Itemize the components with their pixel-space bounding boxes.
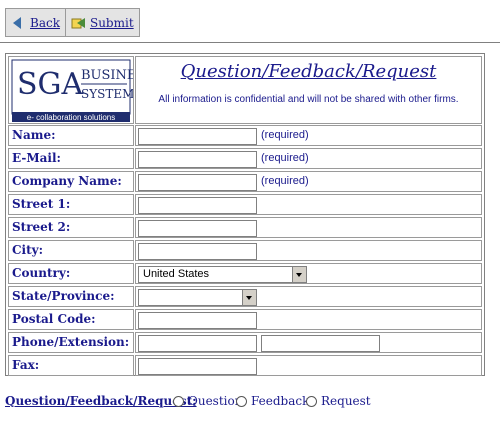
radio-feedback[interactable]: Feedback — [236, 394, 309, 408]
name-cell: (required) — [135, 125, 482, 146]
company-label: Company Name: — [12, 174, 122, 188]
name-label: Name: — [12, 128, 56, 142]
city-label-cell: City: — [8, 240, 134, 261]
fax-input[interactable] — [138, 358, 257, 375]
form-header: Question/Feedback/Request All informatio… — [135, 56, 482, 124]
company-label-cell: Company Name: — [8, 171, 134, 192]
name-input[interactable] — [138, 128, 257, 145]
country-selected-value: United States — [143, 268, 210, 280]
svg-text:BUSINESS: BUSINESS — [81, 68, 133, 83]
radio-circle-icon[interactable] — [236, 395, 247, 407]
email-label-cell: E-Mail: — [8, 148, 134, 169]
fax-label-cell: Fax: — [8, 355, 134, 376]
country-label-cell: Country: — [8, 263, 134, 284]
form-title: Question/Feedback/Request — [180, 61, 437, 82]
request-type-group: Question/Feedback/Request: Question Feed… — [5, 394, 495, 410]
street1-input[interactable] — [138, 197, 257, 214]
street2-label: Street 2: — [12, 220, 71, 234]
company-input[interactable] — [138, 174, 257, 191]
state-label: State/Province: — [12, 289, 115, 303]
fax-label: Fax: — [12, 358, 40, 372]
extension-input[interactable] — [261, 335, 380, 352]
back-button[interactable]: Back — [6, 9, 66, 36]
back-arrow-icon — [13, 16, 21, 29]
name-required-note: (required) — [261, 129, 309, 141]
radio-circle-icon[interactable] — [306, 395, 317, 407]
country-cell: United States — [135, 263, 482, 284]
company-logo: SGA BUSINESS SYSTEMS e- collaboration so… — [8, 56, 154, 124]
phone-label: Phone/Extension: — [12, 335, 130, 349]
street1-label: Street 1: — [12, 197, 71, 211]
radio-feedback-label: Feedback — [251, 394, 310, 408]
radio-request[interactable]: Request — [306, 394, 371, 408]
postal-input[interactable] — [138, 312, 257, 329]
svg-text:e- collaboration solutions: e- collaboration solutions — [27, 113, 116, 122]
email-cell: (required) — [135, 148, 482, 169]
radio-request-label: Request — [321, 394, 371, 408]
submit-label: Submit — [89, 15, 134, 30]
street2-label-cell: Street 2: — [8, 217, 134, 238]
street2-cell — [135, 217, 482, 238]
sga-logo-image: SGA BUSINESS SYSTEMS e- collaboration so… — [11, 59, 154, 122]
country-label: Country: — [12, 266, 71, 280]
request-type-label: Question/Feedback/Request: — [5, 394, 197, 408]
city-input[interactable] — [138, 243, 257, 260]
radio-question-label: Question — [188, 394, 243, 408]
back-label: Back — [30, 15, 60, 30]
company-required-note: (required) — [261, 175, 309, 187]
street1-label-cell: Street 1: — [8, 194, 134, 215]
submit-button[interactable]: Submit — [65, 9, 139, 36]
state-label-cell: State/Province: — [8, 286, 134, 307]
divider — [0, 42, 500, 43]
postal-cell — [135, 309, 482, 330]
email-input[interactable] — [138, 151, 257, 168]
phone-cell — [135, 332, 482, 353]
country-select[interactable]: United States — [138, 266, 307, 283]
fax-cell — [135, 355, 482, 376]
chevron-down-icon[interactable] — [242, 290, 256, 305]
street2-input[interactable] — [138, 220, 257, 237]
email-label: E-Mail: — [12, 151, 61, 165]
name-label-cell: Name: — [8, 125, 134, 146]
feedback-form: SGA BUSINESS SYSTEMS e- collaboration so… — [5, 53, 485, 376]
phone-label-cell: Phone/Extension: — [8, 332, 134, 353]
city-cell — [135, 240, 482, 261]
radio-question[interactable]: Question — [173, 394, 242, 408]
state-cell — [135, 286, 482, 307]
confidentiality-note: All information is confidential and will… — [158, 94, 459, 105]
phone-input[interactable] — [138, 335, 257, 352]
state-select[interactable] — [138, 289, 257, 306]
street1-cell — [135, 194, 482, 215]
email-required-note: (required) — [261, 152, 309, 164]
postal-label: Postal Code: — [12, 312, 96, 326]
postal-label-cell: Postal Code: — [8, 309, 134, 330]
chevron-down-icon[interactable] — [292, 267, 306, 282]
city-label: City: — [12, 243, 44, 257]
toolbar: Back Submit — [5, 8, 140, 37]
radio-circle-icon[interactable] — [173, 395, 184, 407]
company-cell: (required) — [135, 171, 482, 192]
submit-icon — [71, 17, 85, 28]
svg-text:SGA: SGA — [17, 67, 84, 102]
svg-text:SYSTEMS: SYSTEMS — [81, 87, 133, 101]
